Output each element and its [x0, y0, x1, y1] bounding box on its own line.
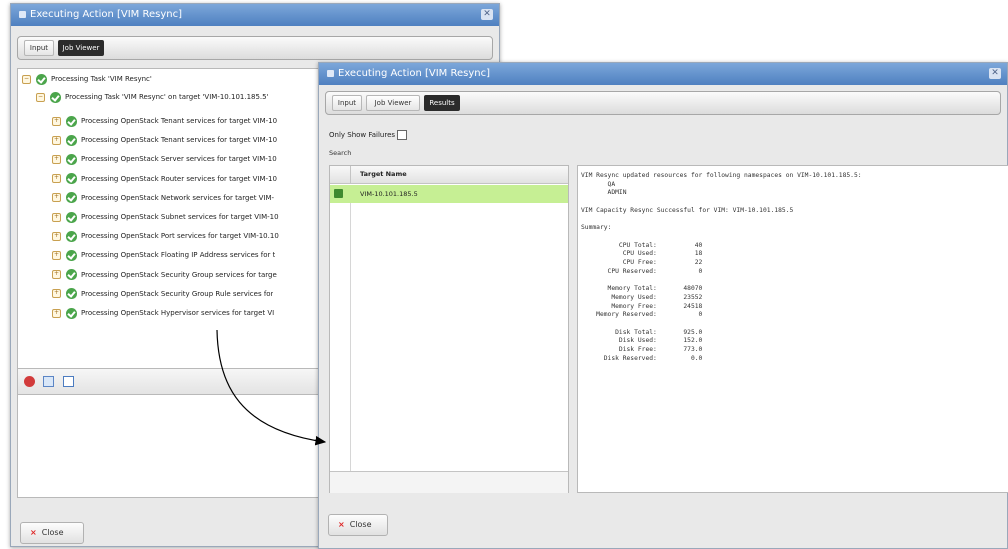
results-dialog: Executing Action [VIM Resync] ✕ Input Jo…	[318, 62, 1008, 549]
success-check-icon	[36, 73, 47, 85]
tree-root-label: Processing Task 'VIM Resync'	[51, 75, 152, 83]
expand-icon[interactable]: +	[52, 135, 61, 145]
success-check-icon	[66, 153, 77, 165]
expand-icon[interactable]: +	[52, 193, 61, 203]
tree-item-label: Processing OpenStack Tenant services for…	[81, 136, 278, 145]
target-name-cell: VIM-10.101.185.5	[360, 190, 418, 198]
select-column-header	[330, 166, 351, 183]
tree-item[interactable]: + Processing OpenStack Port services for …	[52, 228, 279, 244]
dialog-title: Executing Action [VIM Resync]	[30, 9, 182, 20]
dialog-titlebar[interactable]: Executing Action [VIM Resync] ✕	[319, 63, 1007, 85]
tree-item[interactable]: + Processing OpenStack Tenant services fo…	[52, 132, 277, 148]
close-icon[interactable]: ✕	[481, 9, 493, 20]
tab-job-viewer[interactable]: Job Viewer	[58, 40, 104, 56]
expand-icon[interactable]: +	[52, 289, 61, 299]
tree-item[interactable]: + Processing OpenStack Tenant services fo…	[52, 113, 277, 129]
tree-item[interactable]: + Processing OpenStack Server services fo…	[52, 151, 277, 167]
success-check-icon	[66, 269, 77, 281]
tree-root[interactable]: − Processing Task 'VIM Resync'	[22, 71, 152, 87]
success-check-icon	[66, 134, 77, 146]
search-link[interactable]: Search	[329, 149, 351, 157]
dialog-titlebar[interactable]: Executing Action [VIM Resync] ✕	[11, 4, 499, 26]
success-check-icon	[66, 307, 77, 319]
expand-icon[interactable]: +	[52, 116, 61, 126]
tree-item-label: Processing OpenStack Router services for…	[81, 174, 277, 183]
tree-item-label: Processing OpenStack Security Group Rule…	[81, 289, 274, 298]
tree-item-label: Processing OpenStack Floating IP Address…	[81, 251, 276, 260]
results-text-panel: VIM Resync updated resources for followi…	[577, 165, 1008, 493]
close-button-label: Close	[349, 520, 372, 529]
tree-item[interactable]: + Processing OpenStack Security Group Rul…	[52, 286, 273, 302]
expand-icon[interactable]: +	[52, 154, 61, 164]
dialog-title: Executing Action [VIM Resync]	[338, 68, 490, 79]
only-show-failures-checkbox[interactable]	[397, 130, 408, 140]
close-button[interactable]: × Close	[20, 522, 84, 544]
success-check-icon	[66, 211, 77, 223]
expand-icon[interactable]: +	[52, 250, 61, 260]
success-check-icon	[66, 288, 77, 300]
table-row[interactable]: VIM-10.101.185.5	[330, 185, 568, 203]
collapse-icon[interactable]: −	[36, 92, 45, 102]
results-text: VIM Resync updated resources for followi…	[581, 172, 862, 362]
export-icon[interactable]	[63, 376, 74, 387]
close-icon[interactable]: ✕	[989, 68, 1001, 79]
window-icon	[327, 69, 334, 77]
close-x-icon: ×	[30, 528, 37, 537]
target-table: Target Name VIM-10.101.185.5	[329, 165, 569, 493]
tab-input[interactable]: Input	[332, 95, 362, 111]
tree-item-label: Processing OpenStack Tenant services for…	[81, 117, 278, 125]
column-header-target-name[interactable]: Target Name	[360, 166, 407, 183]
close-x-icon: ×	[338, 520, 345, 529]
tree-item-label: Processing OpenStack Network services fo…	[81, 193, 275, 202]
stop-icon[interactable]	[24, 376, 35, 387]
success-check-icon	[66, 230, 77, 242]
tab-input[interactable]: Input	[24, 40, 54, 56]
close-button-label: Close	[41, 528, 64, 537]
tree-item-label: Processing OpenStack Server services for…	[81, 155, 277, 164]
success-check-icon	[66, 173, 77, 185]
only-show-failures-row: Only Show Failures	[329, 129, 408, 141]
success-check-icon	[66, 249, 77, 261]
table-header: Target Name	[330, 166, 568, 184]
tab-bar: Input Job Viewer Results	[325, 91, 1001, 115]
tree-item-label: Processing OpenStack Port services for t…	[81, 232, 279, 241]
tree-item-label: Processing OpenStack Hypervisor services…	[81, 309, 275, 317]
tree-item[interactable]: + Processing OpenStack Network services f…	[52, 190, 274, 206]
expand-icon[interactable]: +	[52, 212, 61, 222]
expand-icon[interactable]: +	[52, 174, 61, 184]
tab-bar: Input Job Viewer	[17, 36, 493, 60]
tree-item[interactable]: + Processing OpenStack Hypervisor service…	[52, 305, 274, 321]
success-check-icon	[50, 91, 61, 103]
close-button[interactable]: × Close	[328, 514, 388, 536]
success-check-icon	[66, 192, 77, 204]
tree-child[interactable]: − Processing Task 'VIM Resync' on target …	[36, 89, 269, 105]
only-show-failures-label: Only Show Failures	[329, 131, 396, 139]
row-check-icon	[334, 189, 343, 198]
expand-icon[interactable]: +	[52, 308, 61, 318]
window-icon	[19, 10, 26, 18]
expand-icon[interactable]: +	[52, 270, 61, 280]
tab-results[interactable]: Results	[424, 95, 460, 111]
table-footer	[330, 471, 568, 493]
expand-icon[interactable]: +	[52, 231, 61, 241]
tree-item[interactable]: + Processing OpenStack Subnet services fo…	[52, 209, 279, 225]
tree-item[interactable]: + Processing OpenStack Floating IP Addres…	[52, 247, 275, 263]
success-check-icon	[66, 115, 77, 127]
column-divider	[350, 203, 351, 471]
copy-icon[interactable]	[43, 376, 54, 387]
tree-item[interactable]: + Processing OpenStack Router services fo…	[52, 171, 277, 187]
tree-item-label: Processing OpenStack Subnet services for…	[81, 213, 279, 221]
tree-item-label: Processing OpenStack Security Group serv…	[81, 270, 277, 279]
tab-job-viewer[interactable]: Job Viewer	[366, 95, 420, 111]
collapse-icon[interactable]: −	[22, 74, 31, 84]
tree-child-label: Processing Task 'VIM Resync' on target '…	[65, 93, 269, 101]
tree-item[interactable]: + Processing OpenStack Security Group ser…	[52, 267, 277, 283]
